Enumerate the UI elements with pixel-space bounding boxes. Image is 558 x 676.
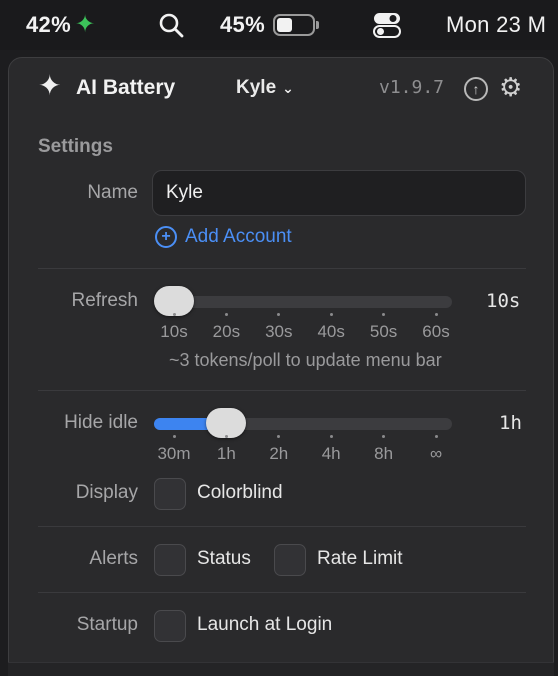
sparkle-icon: ✦	[74, 11, 96, 38]
hide-idle-tick-dot	[329, 435, 333, 438]
version-label: v1.9.7	[379, 77, 445, 98]
hide-idle-tick-dot	[224, 435, 228, 438]
launch-at-login-label: Launch at Login	[197, 614, 333, 635]
refresh-tick-dot	[224, 313, 228, 316]
hide-idle-tick-label: 2h	[269, 444, 289, 463]
control-center[interactable]	[372, 0, 402, 50]
refresh-tick-dot	[434, 313, 438, 316]
rate-limit-checkbox[interactable]	[274, 544, 306, 576]
gear-icon[interactable]: ⚙	[499, 74, 522, 100]
rate-limit-label: Rate Limit	[317, 548, 403, 569]
spotlight-search[interactable]	[158, 0, 184, 50]
hide-idle-tick-dot	[434, 435, 438, 438]
hide-idle-slider-thumb[interactable]	[206, 408, 246, 438]
hide-idle-tick-label: ∞	[429, 444, 443, 463]
status-alert-checkbox[interactable]	[154, 544, 186, 576]
update-arrow-icon[interactable]: ↑	[464, 77, 488, 101]
battery-status-item[interactable]: 45%	[220, 0, 319, 50]
name-field[interactable]: Kyle	[152, 170, 526, 216]
account-name: Kyle	[236, 77, 277, 98]
hide-idle-value: 1h	[499, 412, 522, 434]
add-account-button[interactable]: + Add Account	[155, 226, 292, 248]
colorblind-label: Colorblind	[197, 482, 283, 503]
refresh-tick-dot	[172, 313, 176, 316]
settings-popover: ✦ AI Battery Kyle ⌄ v1.9.7 ↑ ⚙ Settings …	[8, 57, 554, 676]
menu-bar: 42% ✦ 45% Mon 23 M	[0, 0, 558, 50]
plus-circle-icon: +	[155, 226, 177, 248]
hide-idle-tick-label: 30m	[157, 444, 191, 463]
divider	[38, 526, 526, 527]
popover-header: ✦ AI Battery Kyle ⌄ v1.9.7 ↑ ⚙	[9, 58, 553, 118]
battery-percent: 45%	[220, 12, 265, 37]
chevron-down-icon: ⌄	[282, 79, 294, 96]
refresh-tick-label: 20s	[212, 322, 241, 341]
hide-idle-tick-dot	[382, 435, 386, 438]
refresh-tick-label: 60s	[422, 322, 450, 341]
refresh-tick-dot	[329, 313, 333, 316]
refresh-tick-label: 40s	[317, 322, 345, 341]
refresh-tick-label: 50s	[369, 322, 398, 341]
name-value: Kyle	[166, 182, 203, 203]
refresh-tick-dot	[382, 313, 386, 316]
app-sparkle-icon: ✦	[38, 70, 62, 101]
control-center-icon	[373, 13, 401, 38]
app-title: AI Battery	[76, 76, 176, 99]
hide-idle-label: Hide idle	[64, 412, 138, 433]
display-label: Display	[75, 482, 138, 503]
refresh-hint: ~3 tokens/poll to update menu bar	[169, 350, 442, 370]
account-selector[interactable]: Kyle ⌄	[236, 77, 294, 99]
ai-battery-status-item[interactable]: 42% ✦	[26, 0, 95, 50]
name-label: Name	[87, 182, 138, 203]
status-alert-label: Status	[197, 548, 251, 569]
refresh-label: Refresh	[71, 290, 138, 311]
refresh-value: 10s	[486, 290, 521, 312]
refresh-tick-dot	[277, 313, 281, 316]
colorblind-checkbox[interactable]	[154, 478, 186, 510]
refresh-slider-track[interactable]	[154, 296, 452, 308]
hide-idle-slider-track[interactable]	[154, 418, 452, 430]
section-title: Settings	[38, 136, 113, 157]
hide-idle-tick-label: 1h	[216, 444, 236, 463]
launch-at-login-checkbox[interactable]	[154, 610, 186, 642]
hide-idle-tick-dot	[277, 435, 281, 438]
search-icon	[159, 13, 184, 38]
divider	[38, 592, 526, 593]
refresh-tick-label: 30s	[265, 322, 293, 341]
hide-idle-tick-label: 4h	[321, 444, 341, 463]
add-account-label: Add Account	[185, 226, 292, 247]
battery-fill	[276, 18, 292, 32]
popover-footer	[8, 662, 554, 676]
hide-idle-tick-dot	[172, 435, 176, 438]
divider	[38, 390, 526, 391]
refresh-slider-thumb[interactable]	[154, 286, 194, 316]
refresh-tick-label: 10s	[160, 322, 188, 341]
startup-label: Startup	[76, 614, 138, 635]
battery-icon	[272, 14, 319, 36]
alerts-label: Alerts	[89, 548, 138, 569]
clock-text: Mon 23 M	[446, 12, 547, 37]
usage-percent: 42%	[26, 12, 71, 37]
menu-clock[interactable]: Mon 23 M	[446, 0, 546, 50]
hide-idle-tick-label: 8h	[374, 444, 394, 463]
divider	[38, 268, 526, 269]
